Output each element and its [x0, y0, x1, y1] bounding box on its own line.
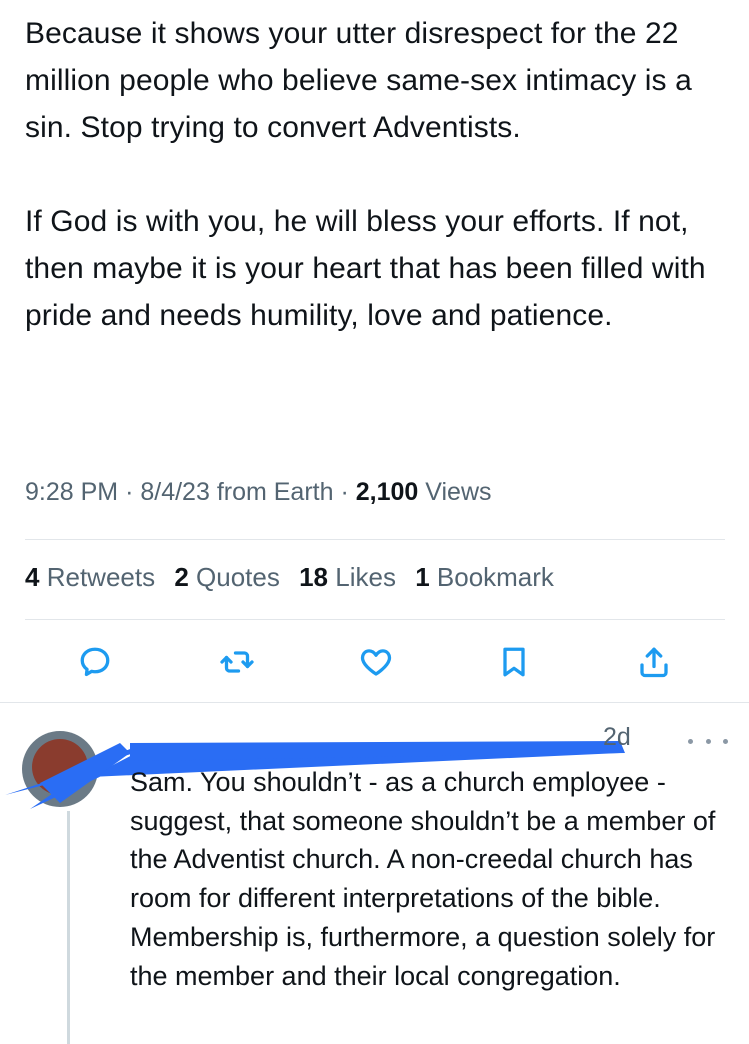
- retweets-count: 4: [25, 562, 40, 592]
- tweet-paragraph-1: Because it shows your utter disrespect f…: [25, 17, 692, 144]
- divider-stats: [25, 619, 725, 620]
- more-dot: [705, 738, 711, 744]
- share-button[interactable]: [632, 640, 676, 684]
- views-count: 2,100: [355, 478, 419, 506]
- retweet-icon: [220, 651, 254, 673]
- likes-label: Likes: [335, 562, 396, 592]
- retweet-button[interactable]: [215, 640, 259, 684]
- bookmarks-stat[interactable]: 1 Bookmark: [415, 562, 554, 593]
- more-dot: [723, 738, 728, 744]
- quotes-stat[interactable]: 2 Quotes: [174, 562, 280, 593]
- reply-button[interactable]: [73, 640, 117, 684]
- views-label: Views: [425, 478, 492, 506]
- retweets-stat[interactable]: 4 Retweets: [25, 562, 155, 593]
- meta-separator: ·: [340, 478, 349, 506]
- bookmark-icon: [503, 647, 525, 677]
- reply-icon: [80, 647, 110, 677]
- tweet-paragraph-2: If God is with you, he will bless your e…: [25, 205, 706, 332]
- likes-count: 18: [299, 562, 329, 592]
- like-icon: [360, 649, 392, 676]
- tweet-time[interactable]: 9:28 PM: [25, 478, 118, 506]
- tweet-date[interactable]: 8/4/23: [140, 478, 210, 506]
- meta-separator: ·: [125, 478, 134, 506]
- quotes-count: 2: [174, 562, 189, 592]
- reply-text: Sam. You shouldn’t - as a church employe…: [130, 767, 716, 991]
- bookmark-button[interactable]: [492, 640, 536, 684]
- tweet-source: from Earth: [216, 478, 334, 506]
- reply-tweet[interactable]: 2d Sam. You shouldn’t - as a church empl…: [0, 703, 749, 1044]
- tweet-stats: 4 Retweets 2 Quotes 18 Likes 1 Bookmark: [25, 562, 566, 593]
- divider-meta: [25, 539, 725, 540]
- reply-time[interactable]: 2d: [603, 723, 631, 752]
- more-dot: [688, 738, 693, 744]
- likes-stat[interactable]: 18 Likes: [299, 562, 396, 593]
- more-icon[interactable]: [688, 731, 728, 751]
- retweets-label: Retweets: [46, 562, 156, 592]
- quotes-label: Quotes: [196, 562, 280, 592]
- action-bar: [0, 640, 749, 684]
- like-button[interactable]: [354, 640, 398, 684]
- thread-line: [67, 811, 70, 1044]
- share-icon: [640, 647, 668, 678]
- bookmarks-label: Bookmark: [436, 562, 554, 592]
- bookmarks-count: 1: [415, 562, 430, 592]
- tweet-meta: 9:28 PM · 8/4/23 from Earth · 2,100 View…: [25, 478, 492, 507]
- tweet-text: Because it shows your utter disrespect f…: [25, 10, 725, 339]
